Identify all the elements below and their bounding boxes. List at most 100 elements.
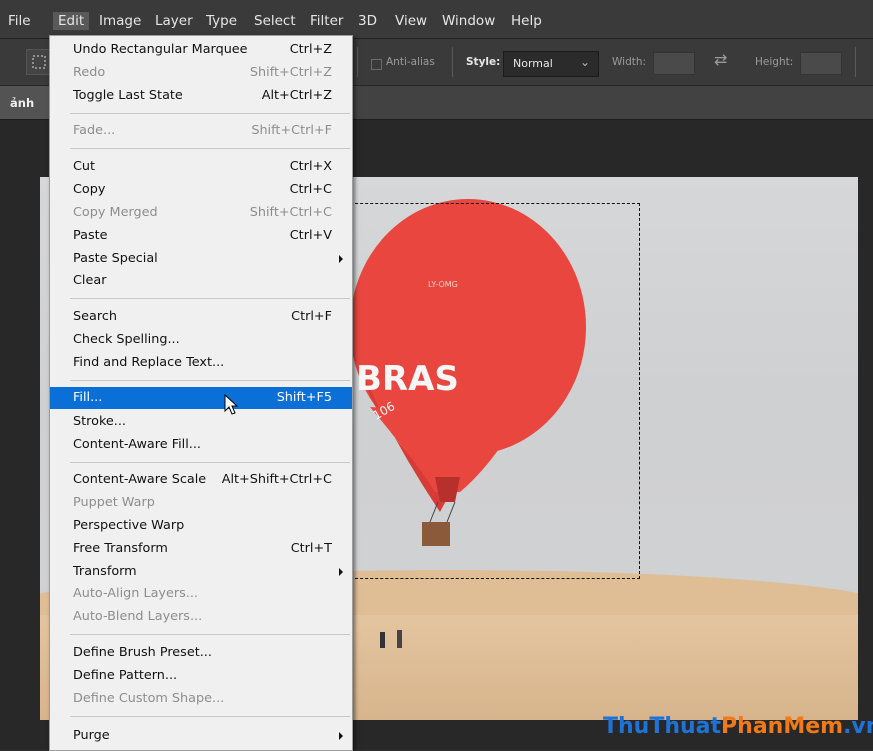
menu-item-shortcut: Shift+Ctrl+C (249, 205, 332, 220)
submenu-arrow-icon (339, 568, 343, 576)
menu-divider (70, 148, 350, 149)
menu-item-content-aware-scale[interactable]: Content-Aware Scale Alt+Shift+Ctrl+C (50, 469, 352, 491)
menu-item-label: Copy (73, 182, 106, 197)
menu-item-label: Auto-Blend Layers... (73, 609, 203, 624)
menu-item-toggle-last-state[interactable]: Toggle Last State Alt+Ctrl+Z (50, 85, 352, 107)
menu-item-shortcut: Shift+Ctrl+F (251, 123, 332, 138)
submenu-arrow-icon (339, 255, 343, 263)
menu-item-label: Auto-Align Layers... (73, 586, 199, 601)
menu-layer[interactable]: Layer (155, 13, 193, 29)
marquee-glyph-icon (32, 55, 46, 69)
menu-item-shortcut: Ctrl+X (289, 159, 332, 174)
menu-item-shortcut: Shift+Ctrl+Z (249, 65, 332, 80)
menu-item-label: Find and Replace Text... (73, 355, 225, 370)
menu-item-shortcut: Ctrl+V (289, 228, 332, 243)
menu-item-label: Search (73, 309, 117, 324)
swap-icon[interactable]: ⇄ (714, 50, 727, 69)
menu-item-shortcut: Alt+Ctrl+Z (261, 88, 332, 103)
menu-view[interactable]: View (395, 13, 427, 29)
menu-item-search[interactable]: Search Ctrl+F (50, 306, 352, 328)
menu-item-label: Clear (73, 273, 107, 288)
menu-filter[interactable]: Filter (310, 13, 343, 29)
width-label: Width: (612, 56, 647, 68)
menu-divider (70, 380, 350, 381)
menu-item-label: Define Custom Shape... (73, 691, 225, 706)
menu-file[interactable]: File (8, 13, 31, 29)
menu-item-content-aware-fill[interactable]: Content-Aware Fill... (50, 434, 352, 456)
menu-item-shortcut: Ctrl+C (289, 182, 332, 197)
menu-window[interactable]: Window (442, 13, 495, 29)
style-value: Normal (513, 57, 553, 70)
anti-alias-checkbox[interactable] (371, 59, 382, 70)
menu-item-paste[interactable]: Paste Ctrl+V (50, 225, 352, 247)
menu-item-label: Check Spelling... (73, 332, 180, 347)
document-tab-label: ảnh (10, 96, 35, 110)
selection-marquee[interactable] (340, 203, 640, 579)
menu-item-copy[interactable]: Copy Ctrl+C (50, 179, 352, 201)
menu-item-stroke[interactable]: Stroke... (50, 411, 352, 433)
menu-item-auto-blend[interactable]: Auto-Blend Layers... (50, 606, 352, 628)
menu-item-label: Stroke... (73, 414, 126, 429)
menu-select[interactable]: Select (254, 13, 296, 29)
height-field[interactable] (800, 52, 842, 75)
menu-divider (70, 716, 350, 717)
menu-item-redo[interactable]: Redo Shift+Ctrl+Z (50, 62, 352, 84)
menu-divider (70, 634, 350, 635)
menu-item-label: Purge (73, 728, 110, 743)
menu-item-cut[interactable]: Cut Ctrl+X (50, 156, 352, 178)
edit-menu: Undo Rectangular Marquee Ctrl+Z Redo Shift… (49, 35, 353, 751)
menu-item-label: Define Pattern... (73, 668, 178, 683)
menu-item-free-transform[interactable]: Free Transform Ctrl+T (50, 538, 352, 560)
divider (855, 47, 856, 77)
watermark-part3: .vn (843, 714, 873, 739)
menu-divider (70, 298, 350, 299)
menu-3d[interactable]: 3D (358, 13, 377, 29)
menu-item-shortcut: Shift+F5 (276, 390, 332, 405)
menu-item-puppet-warp[interactable]: Puppet Warp (50, 492, 352, 514)
menu-item-find-replace[interactable]: Find and Replace Text... (50, 352, 352, 374)
menu-item-define-brush[interactable]: Define Brush Preset... (50, 642, 352, 664)
menu-item-auto-align[interactable]: Auto-Align Layers... (50, 583, 352, 605)
style-select[interactable]: Normal ⌄ (503, 51, 599, 77)
menu-bar: File Edit Image Layer Type Select Filter… (0, 0, 873, 39)
menu-item-copy-merged[interactable]: Copy Merged Shift+Ctrl+C (50, 202, 352, 224)
menu-item-label: Define Brush Preset... (73, 645, 212, 660)
menu-item-clear[interactable]: Clear (50, 270, 352, 292)
menu-item-label: Paste Special (73, 251, 158, 266)
menu-image[interactable]: Image (99, 13, 141, 29)
menu-item-fill[interactable]: Fill... Shift+F5 (50, 387, 352, 409)
menu-item-label: Transform (73, 564, 137, 579)
divider (452, 47, 453, 77)
menu-item-label: Copy Merged (73, 205, 158, 220)
mouse-cursor-icon (224, 394, 239, 415)
menu-item-label: Content-Aware Fill... (73, 437, 201, 452)
menu-item-label: Redo (73, 65, 106, 80)
menu-item-purge[interactable]: Purge (50, 725, 352, 747)
menu-help[interactable]: Help (511, 13, 542, 29)
menu-item-perspective-warp[interactable]: Perspective Warp (50, 515, 352, 537)
chevron-down-icon: ⌄ (579, 55, 590, 69)
menu-item-label: Undo Rectangular Marquee (73, 42, 248, 57)
menu-type[interactable]: Type (206, 13, 237, 29)
menu-item-label: Cut (73, 159, 96, 174)
menu-divider (70, 113, 350, 114)
menu-item-check-spelling[interactable]: Check Spelling... (50, 329, 352, 351)
people-figures (380, 630, 402, 648)
menu-item-label: Content-Aware Scale (73, 472, 207, 487)
anti-alias-label: Anti-alias (386, 56, 435, 68)
menu-item-fade[interactable]: Fade... Shift+Ctrl+F (50, 120, 352, 142)
width-field[interactable] (653, 52, 695, 75)
submenu-arrow-icon (339, 732, 343, 740)
menu-item-define-custom-shape[interactable]: Define Custom Shape... (50, 688, 352, 710)
watermark-part1: ThuThuat (603, 714, 722, 739)
menu-item-shortcut: Alt+Shift+Ctrl+C (221, 472, 332, 487)
divider (357, 47, 358, 77)
menu-divider (70, 462, 350, 463)
menu-item-label: Perspective Warp (73, 518, 185, 533)
menu-item-paste-special[interactable]: Paste Special (50, 248, 352, 270)
menu-item-undo[interactable]: Undo Rectangular Marquee Ctrl+Z (50, 39, 352, 61)
menu-edit[interactable]: Edit (53, 12, 90, 30)
menu-item-transform[interactable]: Transform (50, 561, 352, 583)
menu-item-label: Toggle Last State (73, 88, 183, 103)
menu-item-define-pattern[interactable]: Define Pattern... (50, 665, 352, 687)
